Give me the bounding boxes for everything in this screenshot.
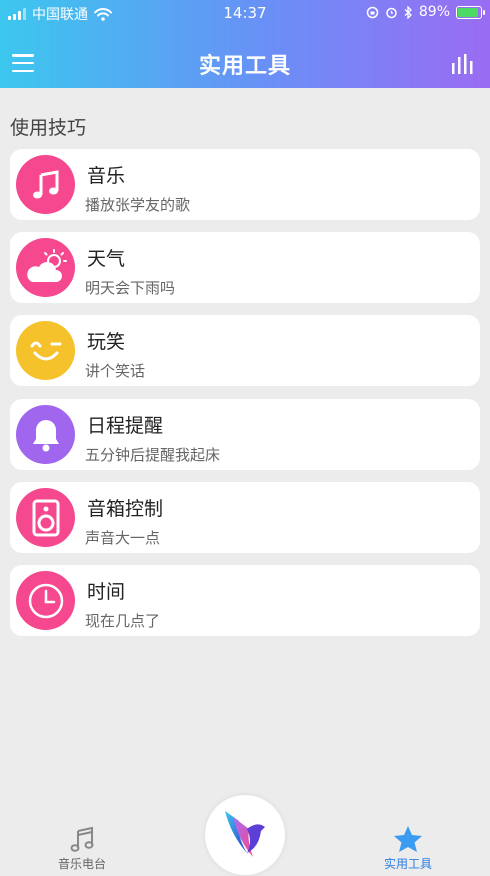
tool-subtitle: 声音大一点 bbox=[85, 529, 161, 547]
tool-subtitle: 讲个笑话 bbox=[85, 362, 146, 380]
alarm-icon bbox=[386, 7, 397, 18]
music-note-icon bbox=[16, 155, 75, 214]
tab-label: 实用工具 bbox=[383, 857, 432, 871]
equalizer-icon[interactable] bbox=[450, 54, 476, 74]
rotation-lock-icon bbox=[366, 6, 379, 18]
tool-title: 时间 bbox=[87, 581, 126, 603]
tool-card-time[interactable]: 时间 现在几点了 bbox=[10, 565, 480, 636]
voice-assistant-button[interactable] bbox=[205, 795, 285, 875]
tool-title: 玩笑 bbox=[87, 331, 126, 353]
tool-card-weather[interactable]: 天气 明天会下雨吗 bbox=[10, 232, 480, 303]
clock-icon bbox=[16, 571, 75, 630]
navbar: 实用工具 bbox=[0, 36, 490, 88]
section-title: 使用技巧 bbox=[10, 117, 87, 139]
speaker-icon bbox=[16, 488, 75, 547]
tool-card-reminder[interactable]: 日程提醒 五分钟后提醒我起床 bbox=[10, 399, 480, 470]
tool-title: 天气 bbox=[87, 248, 126, 270]
tab-tools[interactable]: 实用工具 bbox=[358, 825, 458, 872]
star-icon bbox=[394, 826, 422, 852]
tab-music-radio[interactable]: 音乐电台 bbox=[32, 825, 132, 872]
tool-subtitle: 播放张学友的歌 bbox=[85, 196, 191, 214]
bell-icon bbox=[16, 405, 75, 464]
wink-face-icon bbox=[16, 321, 75, 380]
music-note-tab-icon bbox=[70, 826, 94, 852]
battery-icon bbox=[456, 5, 485, 19]
tool-subtitle: 明天会下雨吗 bbox=[85, 279, 176, 297]
battery-percent: 89% bbox=[418, 4, 450, 20]
tab-label: 音乐电台 bbox=[57, 857, 106, 871]
tool-subtitle: 现在几点了 bbox=[85, 612, 161, 630]
page-title: 实用工具 bbox=[198, 54, 291, 79]
tool-title: 音箱控制 bbox=[87, 498, 164, 520]
status-bar: 中国联通 14:37 89% bbox=[0, 0, 490, 26]
tool-title: 音乐 bbox=[87, 165, 126, 187]
bluetooth-icon bbox=[404, 5, 412, 19]
bird-logo-icon bbox=[225, 811, 265, 857]
weather-icon bbox=[16, 238, 75, 297]
tool-card-joke[interactable]: 玩笑 讲个笑话 bbox=[10, 315, 480, 386]
tool-card-music[interactable]: 音乐 播放张学友的歌 bbox=[10, 149, 480, 220]
tool-title: 日程提醒 bbox=[87, 415, 164, 437]
tool-card-speaker[interactable]: 音箱控制 声音大一点 bbox=[10, 482, 480, 553]
header-bar: 中国联通 14:37 89% 实用工具 bbox=[0, 0, 490, 88]
tool-subtitle: 五分钟后提醒我起床 bbox=[85, 446, 221, 464]
status-right: 89% bbox=[366, 4, 485, 20]
